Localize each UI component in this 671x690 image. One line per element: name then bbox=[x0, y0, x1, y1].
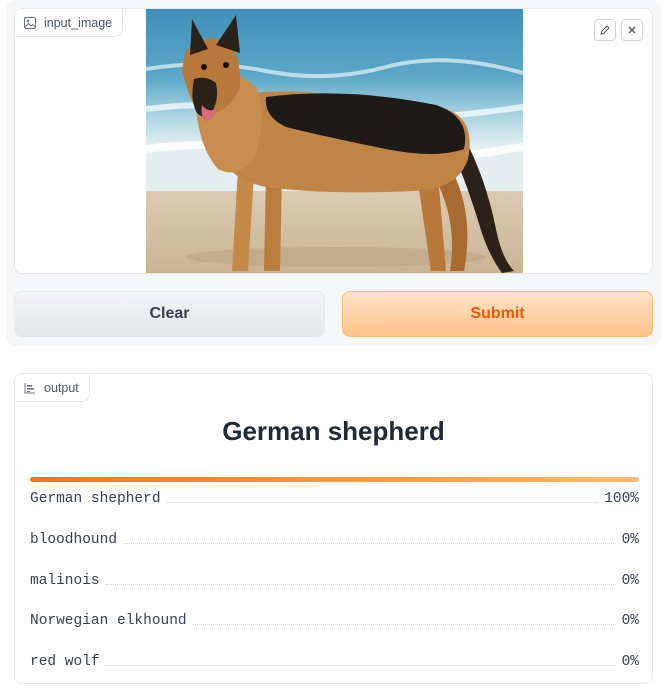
confidence-label: red wolf bbox=[30, 654, 100, 670]
dotted-leader bbox=[166, 502, 599, 503]
pencil-icon bbox=[600, 25, 610, 35]
confidence-row: Norwegian elkhound 0% bbox=[30, 609, 639, 629]
dotted-leader bbox=[105, 584, 616, 585]
dog-photo bbox=[146, 9, 523, 273]
confidence-row: German shepherd 100% bbox=[30, 487, 639, 507]
submit-button[interactable]: Submit bbox=[342, 291, 653, 337]
predicted-label: German shepherd bbox=[222, 416, 445, 446]
confidence-bar bbox=[30, 477, 639, 482]
input-image-label: input_image bbox=[15, 9, 124, 37]
bar-chart-icon bbox=[24, 382, 35, 393]
close-icon bbox=[628, 26, 636, 34]
confidence-row: malinois 0% bbox=[30, 569, 639, 589]
dotted-leader bbox=[105, 665, 616, 666]
confidence-value: 0% bbox=[621, 573, 639, 589]
close-button[interactable] bbox=[621, 19, 643, 41]
dotted-leader bbox=[192, 624, 616, 625]
output-label: output bbox=[15, 374, 90, 402]
confidence-row: bloodhound 0% bbox=[30, 528, 639, 548]
confidence-label: malinois bbox=[30, 573, 100, 589]
dotted-leader bbox=[123, 543, 616, 544]
confidence-value: 100% bbox=[604, 491, 639, 507]
confidence-label: German shepherd bbox=[30, 491, 161, 507]
confidence-row: red wolf 0% bbox=[30, 650, 639, 670]
output-label-text: output bbox=[44, 380, 79, 395]
image-icon bbox=[24, 16, 36, 29]
input-image-box[interactable]: input_image bbox=[14, 8, 653, 274]
clear-button[interactable]: Clear bbox=[14, 291, 325, 337]
confidence-label: bloodhound bbox=[30, 532, 118, 548]
confidence-value: 0% bbox=[621, 613, 639, 629]
edit-button[interactable] bbox=[594, 19, 616, 41]
confidence-value: 0% bbox=[621, 532, 639, 548]
output-panel: output German shepherd German shepherd 1… bbox=[14, 373, 653, 684]
confidence-label: Norwegian elkhound bbox=[30, 613, 187, 629]
input-image-label-text: input_image bbox=[44, 15, 113, 30]
confidence-value: 0% bbox=[621, 654, 639, 670]
